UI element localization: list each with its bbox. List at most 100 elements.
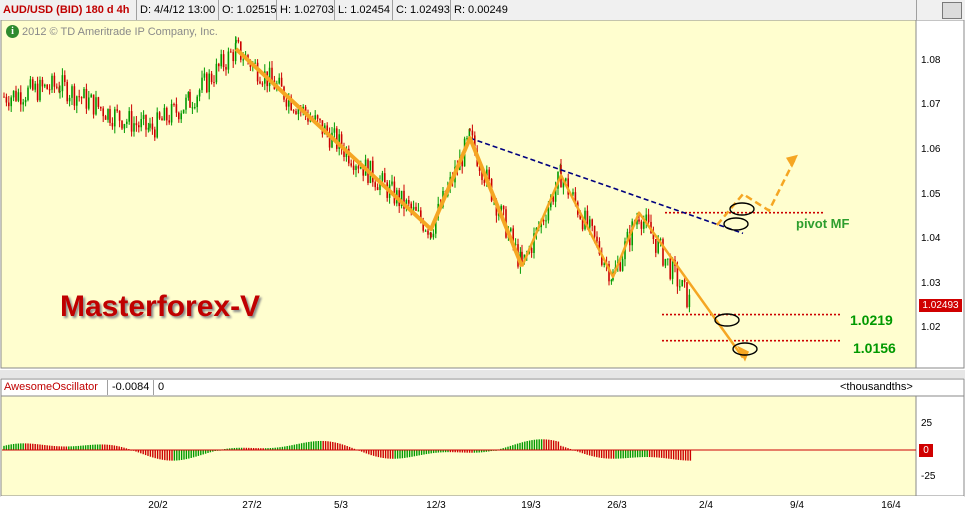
candle-body (73, 86, 76, 106)
candle-body (688, 294, 691, 308)
candle-body (170, 103, 173, 123)
candle-body (10, 97, 12, 107)
candle-body (100, 106, 102, 109)
bar-high: H: 1.02703 (276, 0, 336, 20)
osc-bar (12, 443, 15, 450)
candle-body (133, 123, 135, 132)
osc-bar (370, 450, 372, 456)
candle-body (679, 286, 681, 288)
candle-body (151, 123, 154, 130)
candle-body (565, 178, 567, 181)
candle-body (27, 87, 29, 101)
osc-bar (593, 450, 596, 457)
osc-bar (75, 446, 77, 450)
candle-body (145, 114, 147, 130)
osc-bar (17, 443, 20, 450)
candle-body (427, 230, 429, 235)
osc-bar (185, 450, 188, 460)
osc-bar (387, 450, 389, 459)
candle-body (64, 75, 66, 82)
candle-body (603, 263, 605, 265)
candle-body (415, 206, 417, 211)
osc-bar (507, 446, 509, 450)
osc-bar (34, 443, 36, 450)
osc-bar (689, 450, 692, 461)
osc-bar (80, 445, 82, 450)
x-tick-label: 19/3 (521, 500, 541, 511)
candle-body (114, 109, 116, 127)
osc-bar (603, 450, 605, 459)
osc-bar (44, 445, 46, 450)
osc-bar (308, 441, 310, 450)
osc-bar (425, 450, 428, 455)
candle-body (206, 73, 208, 93)
osc-bar (660, 450, 663, 458)
y-tick-label: 1.06 (921, 144, 941, 155)
candle-body (53, 75, 56, 87)
osc-bar (180, 450, 183, 460)
osc-bar (99, 444, 101, 450)
candle-body (285, 99, 288, 107)
osc-bar (392, 450, 394, 459)
candle-body (667, 258, 669, 260)
candle-body (8, 102, 10, 107)
candle-body (121, 120, 123, 129)
osc-bar (663, 450, 665, 459)
osc-bar (586, 450, 588, 455)
candle-body (374, 182, 376, 188)
info-icon[interactable]: i (6, 25, 19, 38)
osc-bar (111, 445, 113, 450)
osc-bar (190, 450, 192, 458)
candle-body (123, 124, 126, 129)
symbol-title[interactable]: AUD/USD (BID) 180 d 4h (0, 0, 136, 20)
indicator-name[interactable]: AwesomeOscillator (4, 380, 98, 395)
osc-bar (60, 446, 63, 450)
osc-bar (298, 443, 300, 450)
candle-body (510, 228, 512, 231)
candle-body (166, 107, 168, 121)
osc-bar (521, 442, 524, 450)
candle-body (173, 103, 175, 105)
osc-bar (300, 443, 303, 450)
osc-bar (512, 445, 514, 450)
osc-bar (188, 450, 190, 459)
candle-body (56, 86, 58, 88)
candle-body (196, 96, 198, 108)
osc-bar (77, 445, 80, 450)
candle-body (97, 97, 100, 107)
osc-bar (72, 446, 75, 450)
candle-body (210, 73, 213, 83)
osc-bar (159, 450, 161, 460)
x-tick-label: 9/4 (790, 500, 804, 511)
osc-bar (5, 445, 8, 450)
candle-body (15, 90, 17, 101)
osc-bar (629, 450, 632, 458)
osc-bar (178, 450, 180, 461)
scroll-up-icon[interactable] (942, 2, 962, 19)
osc-bar (413, 450, 416, 457)
candle-body (156, 112, 158, 138)
bar-date: D: 4/4/12 13:00 (136, 0, 220, 20)
osc-bar (418, 450, 420, 456)
osc-bar (543, 439, 545, 450)
x-tick-label: 27/2 (242, 500, 262, 511)
osc-bar (96, 444, 99, 450)
candle-body (71, 86, 73, 98)
osc-bar (152, 450, 154, 458)
osc-bar (653, 450, 656, 458)
osc-bar (27, 443, 29, 450)
osc-bar (329, 441, 332, 450)
osc-bar (509, 445, 512, 450)
osc-bar (598, 450, 600, 458)
osc-bar (36, 444, 39, 450)
osc-bar (168, 450, 171, 461)
osc-bar (545, 439, 548, 450)
osc-zero-badge: 0 (919, 444, 933, 457)
osc-bar (680, 450, 682, 461)
candle-body (237, 39, 240, 42)
osc-bar (610, 450, 612, 459)
x-tick-label: 12/3 (426, 500, 446, 511)
candle-body (46, 84, 48, 90)
y-tick-label: 1.07 (921, 99, 941, 110)
osc-bar (183, 450, 185, 460)
